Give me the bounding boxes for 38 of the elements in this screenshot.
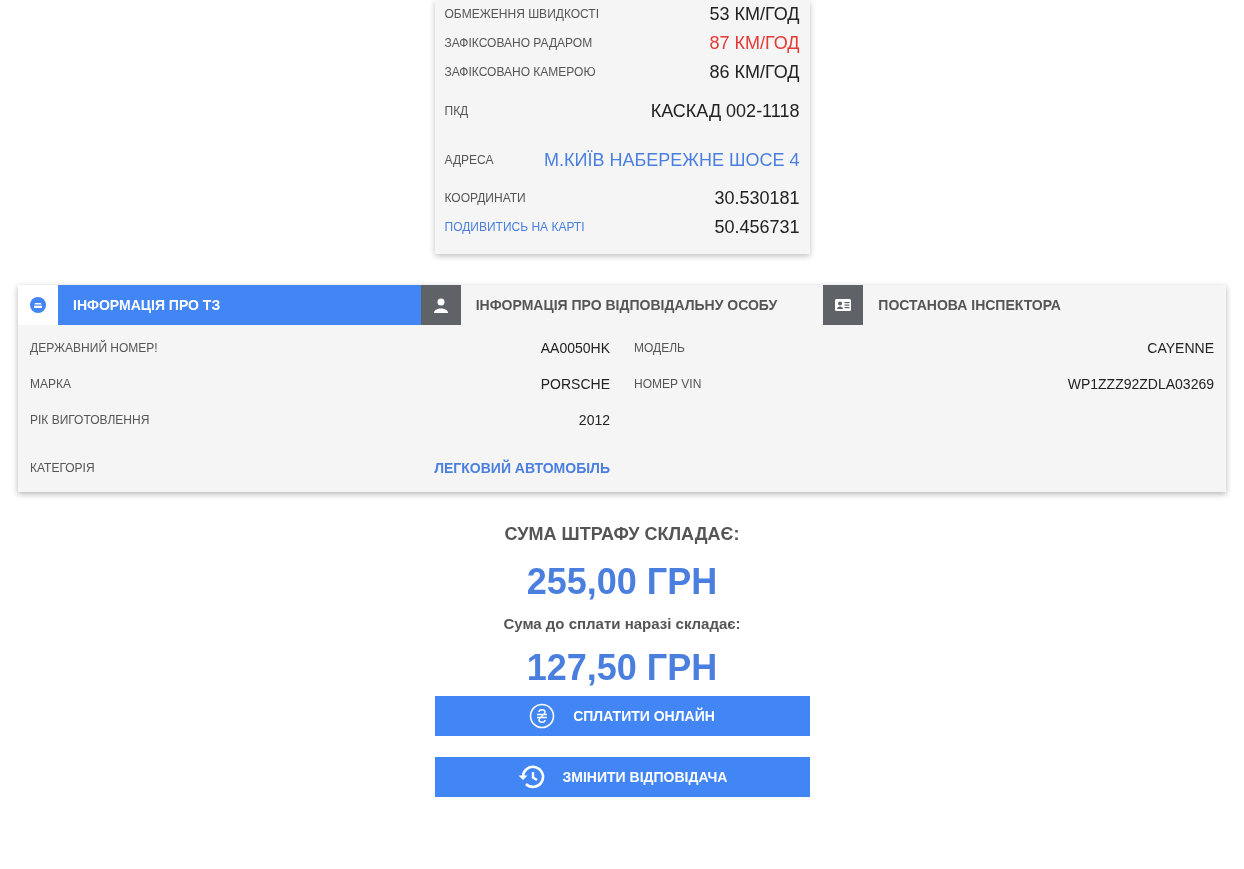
id-card-icon [835,299,852,311]
field-value: 86 КМ/ГОД [709,60,800,84]
field-label: ЗАФІКСОВАНО КАМЕРОЮ [444,63,596,81]
change-respondent-button[interactable]: ЗМІНИТИ ВІДПОВІДАЧА [434,757,810,797]
hryvnia-icon [529,703,556,729]
tab[interactable]: ПОСТАНОВА ІНСПЕКТОРА [863,285,1226,325]
field-value: AA0050HK [540,338,610,358]
field-value: 2012 [578,410,610,430]
field-value: WP1ZZZ92ZDLA03269 [1067,374,1214,394]
category-link[interactable]: ЛЕГКОВИЙ АВТОМОБІЛЬ [434,457,610,479]
due-amount: 127,50 ГРН [526,646,718,690]
due-label: Сума до сплати наразі складає: [503,614,741,634]
tab[interactable]: ІНФОРМАЦІЯ ПРО ТЗ [58,285,421,325]
pay-online-button[interactable]: СПЛАТИТИ ОНЛАЙН [434,696,810,736]
field-label: РІК ВИГОТОВЛЕННЯ [30,412,150,429]
field-value: 87 КМ/ГОД [709,31,800,55]
field-label: НОМЕР VIN [634,376,702,393]
fine-amount: 255,00 ГРН [526,560,718,604]
tab[interactable]: ІНФОРМАЦІЯ ПРО ВІДПОВІДАЛЬНУ ОСОБУ [460,285,824,325]
field-value: 50.456731 [714,216,800,239]
field-value: CAYENNE [1147,338,1214,358]
field-value: 30.530181 [714,187,800,210]
field-label: ДЕРЖАВНИЙ НОМЕР! [30,339,158,357]
field-label: АДРЕСА [444,152,494,169]
field-value: КАСКАД 002-1118 [650,100,800,123]
field-label: КАТЕГОРІЯ [30,460,95,477]
field-label: ЗАФІКСОВАНО РАДАРОМ [444,34,593,52]
field-label: МАРКА [30,376,71,393]
field-label: ОБМЕЖЕННЯ ШВИДКОСТІ [444,6,599,23]
address-link[interactable]: М.КИЇВ НАБЕРЕЖНЕ ШОСЕ 4 [544,148,800,172]
person-icon [432,297,449,313]
fine-title: СУМА ШТРАФУ СКЛАДАЄ: [504,523,740,546]
field-value: PORSCHE [540,374,610,394]
field-label: КООРДИНАТИ [444,190,526,207]
field-label: ПКД [444,103,469,120]
field-value: 53 КМ/ГОД [709,3,800,26]
field-label: МОДЕЛЬ [634,340,685,357]
map-link[interactable]: ПОДИВИТИСЬ НА КАРТІ [444,218,585,236]
